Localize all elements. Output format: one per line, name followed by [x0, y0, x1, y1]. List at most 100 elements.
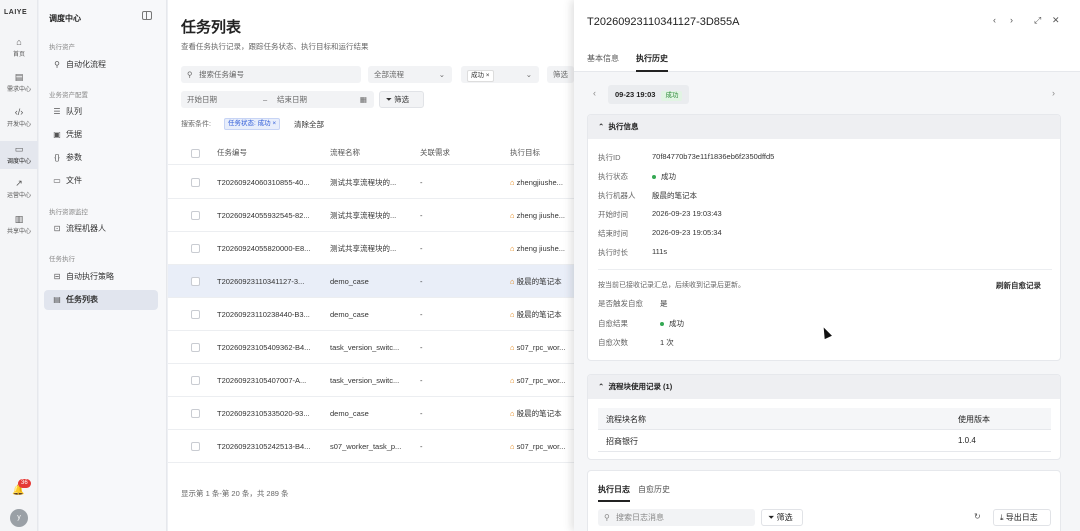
- table-row[interactable]: T20260923110341127-3... demo_case - ⌂ 殷晨的笔记…: [168, 265, 574, 298]
- block-name: 招商银行: [606, 437, 638, 446]
- sidebar-item-queue[interactable]: ☰ 队列: [44, 102, 158, 122]
- row-checkbox[interactable]: [191, 244, 200, 253]
- robot-icon: ⌂: [510, 211, 517, 220]
- sidebar-item-params[interactable]: {} 参数: [44, 148, 158, 168]
- log-search-input[interactable]: ⚲ 搜索日志消息: [598, 509, 755, 526]
- row-checkbox[interactable]: [191, 409, 200, 418]
- chevron-up-icon: ⌃: [598, 122, 605, 131]
- tab-basic-info[interactable]: 基本信息: [587, 53, 619, 64]
- clear-all-link[interactable]: 清除全部: [294, 119, 324, 130]
- avatar[interactable]: y: [10, 509, 28, 527]
- sidebar-item-automation[interactable]: ⚲ 自动化流程: [44, 55, 158, 75]
- row-checkbox[interactable]: [191, 442, 200, 451]
- table-row[interactable]: T20260923105335020-93... demo_case - ⌂ 殷晨的笔…: [168, 397, 574, 430]
- expand-icon[interactable]: ⤢: [1034, 15, 1041, 26]
- rail-item-sharing[interactable]: ▥ 共享中心: [0, 214, 38, 238]
- block-usage-header[interactable]: ⌃ 流程块使用记录 (1): [588, 375, 1060, 399]
- field-label: 执行机器人: [598, 191, 636, 200]
- row-checkbox[interactable]: [191, 211, 200, 220]
- tab-exec-log[interactable]: 执行日志: [598, 484, 630, 502]
- rail-item-requirements[interactable]: ▤ 需求中心: [0, 72, 38, 96]
- divider: [598, 269, 1052, 270]
- table-row[interactable]: T20260923105242513-B4... s07_worker_task_…: [168, 430, 574, 463]
- rail-item-operations[interactable]: ↗ 运营中心: [0, 178, 38, 202]
- table-row[interactable]: T20260924060310855-40... 测试共享流程块的... - ⌂ zh…: [168, 166, 574, 199]
- calendar-icon: ▦: [359, 95, 367, 104]
- select-all-checkbox[interactable]: [191, 149, 200, 158]
- robot-icon: ⌂: [510, 277, 517, 286]
- date-navigator: ‹ 09-23 19:03 成功 ›: [587, 84, 1061, 106]
- flow-icon: ⚲: [54, 60, 60, 69]
- sidebar-item-files[interactable]: ▭ 文件: [44, 171, 158, 191]
- group-label: 业务资产配置: [49, 92, 88, 99]
- group-label: 任务执行: [49, 256, 75, 263]
- tab-exec-history[interactable]: 执行历史: [636, 53, 668, 72]
- end-time-value: 2026-09-23 19:05:34: [652, 228, 722, 237]
- flow-name-cell: task_version_switc...: [330, 376, 400, 385]
- sidebar-item-task-list[interactable]: ▤ 任务列表: [44, 290, 158, 310]
- rail-item-scheduling[interactable]: ▭ 调度中心: [0, 141, 38, 169]
- chevron-right-icon[interactable]: ›: [1052, 88, 1055, 98]
- flow-name-cell: s07_worker_task_p...: [330, 442, 402, 451]
- table-row[interactable]: T20260924055820000-E8... 测试共享流程块的... - ⌂ zh…: [168, 232, 574, 265]
- table-row[interactable]: T20260924055932545-82... 测试共享流程块的... - ⌂ zh…: [168, 199, 574, 232]
- export-log-button[interactable]: ⤓ 导出日志: [993, 509, 1051, 526]
- close-icon[interactable]: ✕: [1052, 15, 1060, 26]
- table-row[interactable]: T20260923110238440-B3... demo_case - ⌂ 殷晨的笔…: [168, 298, 574, 331]
- chevron-down-icon: ⌄: [438, 70, 445, 79]
- chevron-left-icon[interactable]: ‹: [593, 88, 596, 98]
- schedule-icon: ⊟: [53, 272, 61, 281]
- robot-icon: ⌂: [510, 244, 517, 253]
- field-label: 结束时间: [598, 229, 628, 238]
- condition-tag[interactable]: 任务状态: 成功 ×: [224, 118, 281, 130]
- row-checkbox[interactable]: [191, 277, 200, 286]
- refresh-icon[interactable]: ↻: [974, 512, 981, 521]
- status-dot: [660, 322, 664, 327]
- next-icon[interactable]: ›: [1010, 15, 1013, 25]
- row-checkbox[interactable]: [191, 343, 200, 352]
- field-label: 自愈次数: [598, 338, 628, 347]
- log-filter-button[interactable]: ⏷ 筛选: [761, 509, 803, 526]
- flow-name-cell: demo_case: [330, 310, 369, 319]
- exec-info-header[interactable]: ⌃ 执行信息: [588, 115, 1060, 139]
- row-checkbox[interactable]: [191, 376, 200, 385]
- column-header: 使用版本: [958, 415, 990, 424]
- target-cell: ⌂ 殷晨的笔记本: [510, 277, 562, 286]
- tab-heal-history[interactable]: 自愈历史: [638, 484, 670, 495]
- exec-id-value: 70f84770b73e11f1836eb6f2350dffd5: [652, 152, 775, 161]
- collapse-sidebar-icon[interactable]: [142, 11, 152, 20]
- flow-select[interactable]: 全部流程 ⌄: [368, 66, 452, 83]
- table-row[interactable]: T20260923105407007-A... task_version_swit…: [168, 364, 574, 397]
- prev-icon[interactable]: ‹: [993, 15, 996, 25]
- panel-tabs: 基本信息 执行历史: [574, 45, 1080, 72]
- status-badge: 成功: [661, 91, 683, 101]
- target-cell: ⌂ s07_rpc_wor...: [510, 376, 566, 385]
- date-chip[interactable]: 09-23 19:03 成功: [608, 85, 690, 104]
- rail-item-home[interactable]: ⌂ 首页: [0, 37, 38, 61]
- target-cell: ⌂ zhengjiushe...: [510, 178, 563, 187]
- row-checkbox[interactable]: [191, 310, 200, 319]
- group-label: 执行资源监控: [49, 209, 88, 216]
- sidebar-item-credentials[interactable]: ▣ 凭据: [44, 125, 158, 145]
- page-subtitle: 查看任务执行记录，跟踪任务状态、执行目标和运行结果: [181, 42, 369, 51]
- filter-icon: ⏷: [386, 95, 392, 104]
- search-icon: ⚲: [187, 70, 193, 79]
- date-range-picker[interactable]: 开始日期 – 结束日期 ▦: [181, 91, 374, 108]
- filter-select[interactable]: 筛选: [547, 66, 574, 83]
- search-input[interactable]: ⚲ 搜索任务编号: [181, 66, 361, 83]
- filter-button[interactable]: ⏷ 筛选: [379, 91, 424, 108]
- filter-icon: ⏷: [768, 513, 775, 522]
- target-cell: ⌂ s07_rpc_wor...: [510, 343, 566, 352]
- status-select[interactable]: 成功 × ⌄: [461, 66, 539, 83]
- field-label: 执行时长: [598, 248, 628, 257]
- target-cell: ⌂ 殷晨的笔记本: [510, 409, 562, 418]
- page-title: 任务列表: [181, 19, 242, 36]
- code-icon: ‹/›: [14, 107, 24, 117]
- row-checkbox[interactable]: [191, 178, 200, 187]
- sidebar-item-strategy[interactable]: ⊟ 自动执行策略: [44, 267, 158, 287]
- table-row[interactable]: T20260923105409362-B4... task_version_swi…: [168, 331, 574, 364]
- sidebar-item-robots[interactable]: ⊡ 流程机器人: [44, 219, 158, 239]
- rail-item-development[interactable]: ‹/› 开发中心: [0, 107, 38, 131]
- requirement-cell: -: [420, 376, 423, 385]
- refresh-heal-button[interactable]: 刷新自愈记录: [996, 280, 1041, 291]
